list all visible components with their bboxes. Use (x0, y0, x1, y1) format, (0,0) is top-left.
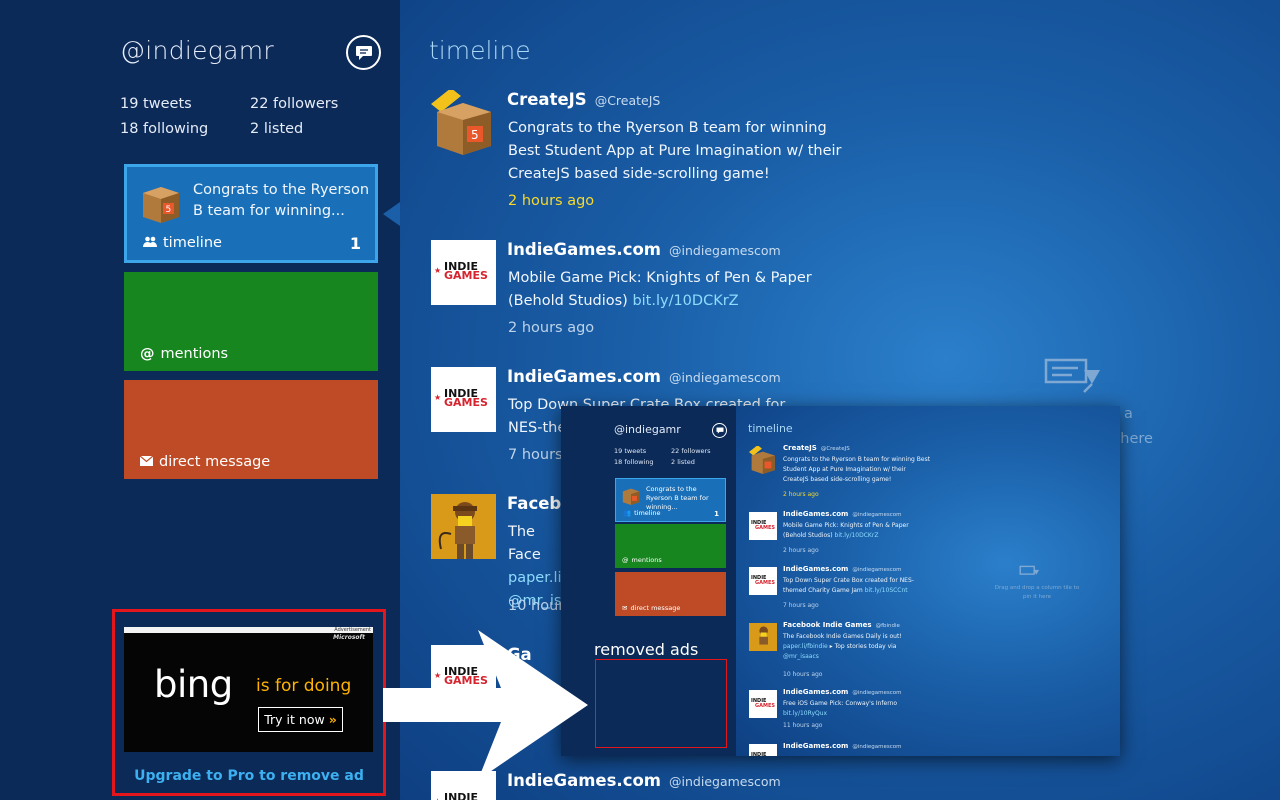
preview-pin-icon (1017, 564, 1043, 583)
ad-highlight-box: Advertisement Microsoft bing is for doin… (112, 609, 386, 796)
try-it-label: Try it now (264, 712, 325, 727)
removed-ad-area (595, 659, 727, 748)
preview-tweet: INDIE GAMES IndieGames.com @indiegamescom … (749, 565, 914, 609)
preview-envelope-icon: ✉ (622, 604, 628, 612)
tweet-time[interactable]: 2 hours ago (508, 320, 594, 336)
indiegames-logo: ★INDIEGAMES (434, 791, 479, 800)
column-title: timeline (429, 36, 531, 65)
tweet-time[interactable]: 2 hours ago (508, 193, 594, 209)
svg-text:5: 5 (471, 128, 479, 142)
createjs-avatar[interactable]: 5 (431, 90, 496, 155)
envelope-icon (139, 454, 154, 470)
tweet-author[interactable]: IndieGames.com @indiegamescom (507, 367, 781, 386)
tweet-text: Congrats to the Ryerson B team for winni… (508, 120, 842, 182)
following-count[interactable]: 18 following (120, 117, 208, 142)
tile-direct-text: direct message (159, 454, 271, 470)
preview-tweet: INDIE GAMES IndieGames.com @indiegamescom … (749, 688, 902, 729)
tweet-item[interactable]: ★ INDIE GAMES IndieGames.com @indiegamescom… (431, 240, 991, 350)
tile-direct-label: direct message (139, 454, 271, 470)
tile-mentions-label: @ mentions (140, 346, 228, 362)
bing-advertisement[interactable]: Advertisement Microsoft bing is for doin… (124, 627, 373, 752)
ad-sponsor: Microsoft (333, 634, 365, 641)
followers-count[interactable]: 22 followers (250, 92, 338, 117)
preview-tweet: CreateJS @CreateJS Congrats to the Ryerso… (749, 444, 939, 504)
preview-tile-timeline: Congrats to the Ryerson B team for winni… (615, 478, 726, 522)
bing-logo: bing (154, 663, 233, 706)
indiegames-logo: ★INDIEGAMES (434, 387, 488, 409)
preview-tile-direct: ✉ direct message (615, 572, 726, 616)
preview-indiegames-avatar: INDIEGAMES (749, 690, 777, 718)
preview-tweet: INDIE GAMES IndieGames.com @indiegamescom … (749, 510, 909, 554)
indiegames-avatar[interactable]: ★INDIEGAMES (431, 367, 496, 432)
pin-column-icon (1040, 356, 1110, 396)
tweets-count[interactable]: 19 tweets (120, 92, 192, 117)
preview-tweet: Facebook Indie Games @fbindie The Faceboo… (749, 621, 939, 685)
preview-tweet: INDIEGAMES IndieGames.com@indiegamescom (749, 742, 939, 756)
svg-text:5: 5 (166, 205, 172, 215)
tile-timeline-label: timeline (143, 235, 222, 251)
tile-timeline[interactable]: 5 Congrats to the Ryerson B team for win… (124, 164, 378, 263)
tweet-author[interactable]: IndieGames.com @indiegamescom (507, 240, 781, 259)
tweet-link[interactable]: bit.ly/10DCKrZ (632, 293, 738, 309)
tile-timeline-preview: Congrats to the Ryerson B team for winni… (193, 182, 370, 219)
double-chevron-icon: » (328, 712, 337, 727)
preview-people-icon: 👥 (623, 509, 632, 517)
tweet-author[interactable]: CreateJS @CreateJS (507, 90, 660, 109)
tweet-item[interactable]: 5 CreateJS @CreateJS Congrats to the Ryer… (431, 90, 991, 220)
compose-icon[interactable] (346, 35, 381, 70)
ad-topbar: Advertisement (124, 627, 373, 633)
arrow-icon (383, 630, 593, 780)
try-it-now-button[interactable]: Try it now » (258, 707, 343, 732)
preview-pin-hint: Drag and drop a column tile to pin it he… (994, 585, 1080, 600)
indiegames-avatar[interactable]: ★INDIEGAMES (431, 240, 496, 305)
tile-direct-message[interactable]: direct message (124, 380, 378, 479)
preview-indiegames-avatar: INDIEGAMES (749, 744, 777, 756)
preview-indiegames-avatar: INDIEGAMES (749, 512, 777, 540)
tile-mentions-text: mentions (160, 346, 229, 362)
tweet-text: Mobile Game Pick: Knights of Pen & Paper… (508, 270, 812, 309)
preview-createjs-avatar (749, 446, 777, 474)
preview-at-icon: @ (622, 556, 629, 564)
at-icon: @ (140, 346, 155, 362)
indiegames-logo: ★INDIEGAMES (434, 260, 488, 282)
preview-compose-icon (712, 423, 727, 438)
preview-column-title: timeline (748, 422, 793, 435)
preview-createjs-avatar (621, 485, 641, 505)
preview-tile-mentions: @ mentions (615, 524, 726, 568)
tile-mentions[interactable]: @ mentions (124, 272, 378, 371)
sidebar: @indiegamr 19 tweets 22 followers 18 fol… (0, 0, 400, 800)
tile-timeline-count: 1 (349, 234, 361, 253)
selected-tile-pointer (383, 202, 400, 226)
preview-indiegames-avatar: INDIEGAMES (749, 567, 777, 595)
ad-free-preview-screenshot: @indiegamr 19 tweets 22 followers 18 fol… (561, 406, 1120, 756)
bing-tagline: is for doing (256, 676, 352, 696)
createjs-avatar-thumb: 5 (139, 179, 183, 223)
tile-timeline-text: timeline (163, 235, 222, 251)
listed-count[interactable]: 2 listed (250, 117, 303, 142)
people-icon (143, 235, 157, 251)
removed-ads-label: removed ads (594, 640, 699, 659)
preview-facebook-avatar (749, 623, 777, 651)
upgrade-to-pro-link[interactable]: Upgrade to Pro to remove ad (115, 768, 383, 784)
facebook-indie-avatar[interactable] (431, 494, 496, 559)
profile-handle[interactable]: @indiegamr (120, 36, 274, 65)
tweet-link[interactable]: paper.li/ (508, 567, 568, 590)
preview-handle: @indiegamr (614, 423, 681, 436)
